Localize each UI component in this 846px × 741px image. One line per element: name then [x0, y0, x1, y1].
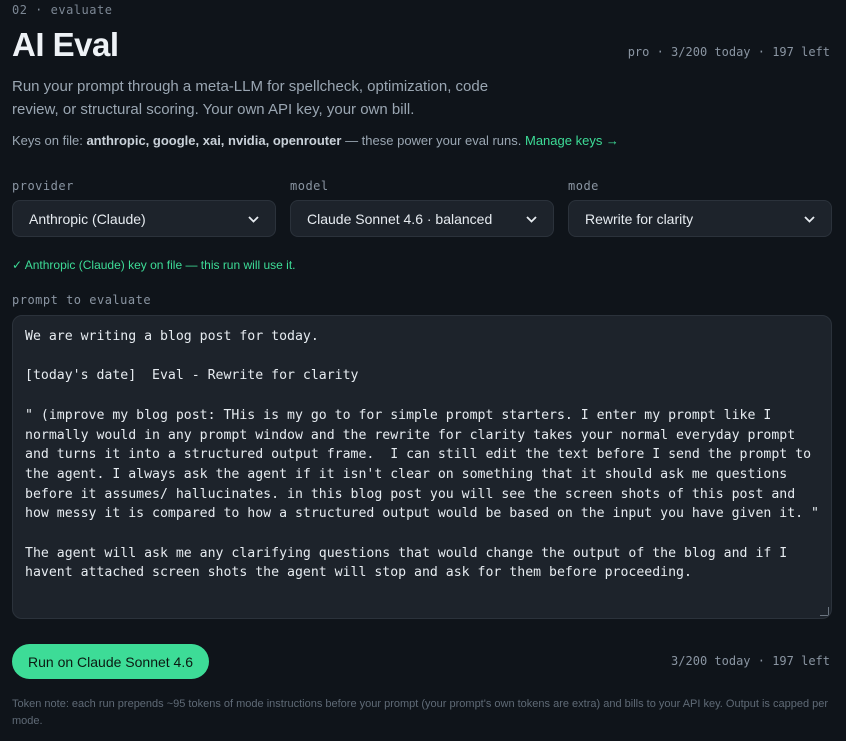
page-title: AI Eval: [12, 26, 119, 63]
keys-list: anthropic, google, xai, nvidia, openrout…: [86, 133, 342, 148]
chevron-down-icon: [526, 212, 537, 226]
key-status-message: ✓ Anthropic (Claude) key on file — this …: [12, 258, 296, 272]
prompt-textarea[interactable]: We are writing a blog post for today. [t…: [12, 315, 832, 619]
section-eyebrow: 02 · evaluate: [12, 3, 113, 17]
resize-handle-icon[interactable]: [820, 607, 829, 616]
model-label: model: [290, 179, 329, 193]
provider-label: provider: [12, 179, 74, 193]
usage-counter: pro · 3/200 today · 197 left: [627, 45, 830, 59]
page-description: Run your prompt through a meta-LLM for s…: [12, 78, 489, 118]
provider-select[interactable]: Anthropic (Claude): [12, 200, 276, 237]
keys-prefix: Keys on file:: [12, 133, 83, 148]
usage-counter-bottom: 3/200 today · 197 left: [671, 654, 830, 668]
model-value: Claude Sonnet 4.6 · balanced: [307, 210, 493, 227]
prompt-text: We are writing a blog post for today. [t…: [25, 329, 819, 581]
mode-select[interactable]: Rewrite for clarity: [568, 200, 832, 237]
prompt-label: prompt to evaluate: [12, 293, 152, 307]
provider-value: Anthropic (Claude): [29, 210, 146, 227]
mode-value: Rewrite for clarity: [585, 210, 694, 227]
keys-on-file: Keys on file: anthropic, google, xai, nv…: [12, 133, 619, 148]
run-button[interactable]: Run on Claude Sonnet 4.6: [12, 644, 210, 679]
chevron-down-icon: [248, 212, 259, 226]
token-note: Token note: each run prepends ~95 tokens…: [12, 698, 829, 727]
model-select[interactable]: Claude Sonnet 4.6 · balanced: [290, 200, 554, 237]
mode-label: mode: [568, 179, 599, 193]
manage-keys-link[interactable]: Manage keys →: [525, 133, 619, 148]
chevron-down-icon: [804, 212, 815, 226]
keys-suffix: — these power your eval runs.: [345, 133, 522, 148]
